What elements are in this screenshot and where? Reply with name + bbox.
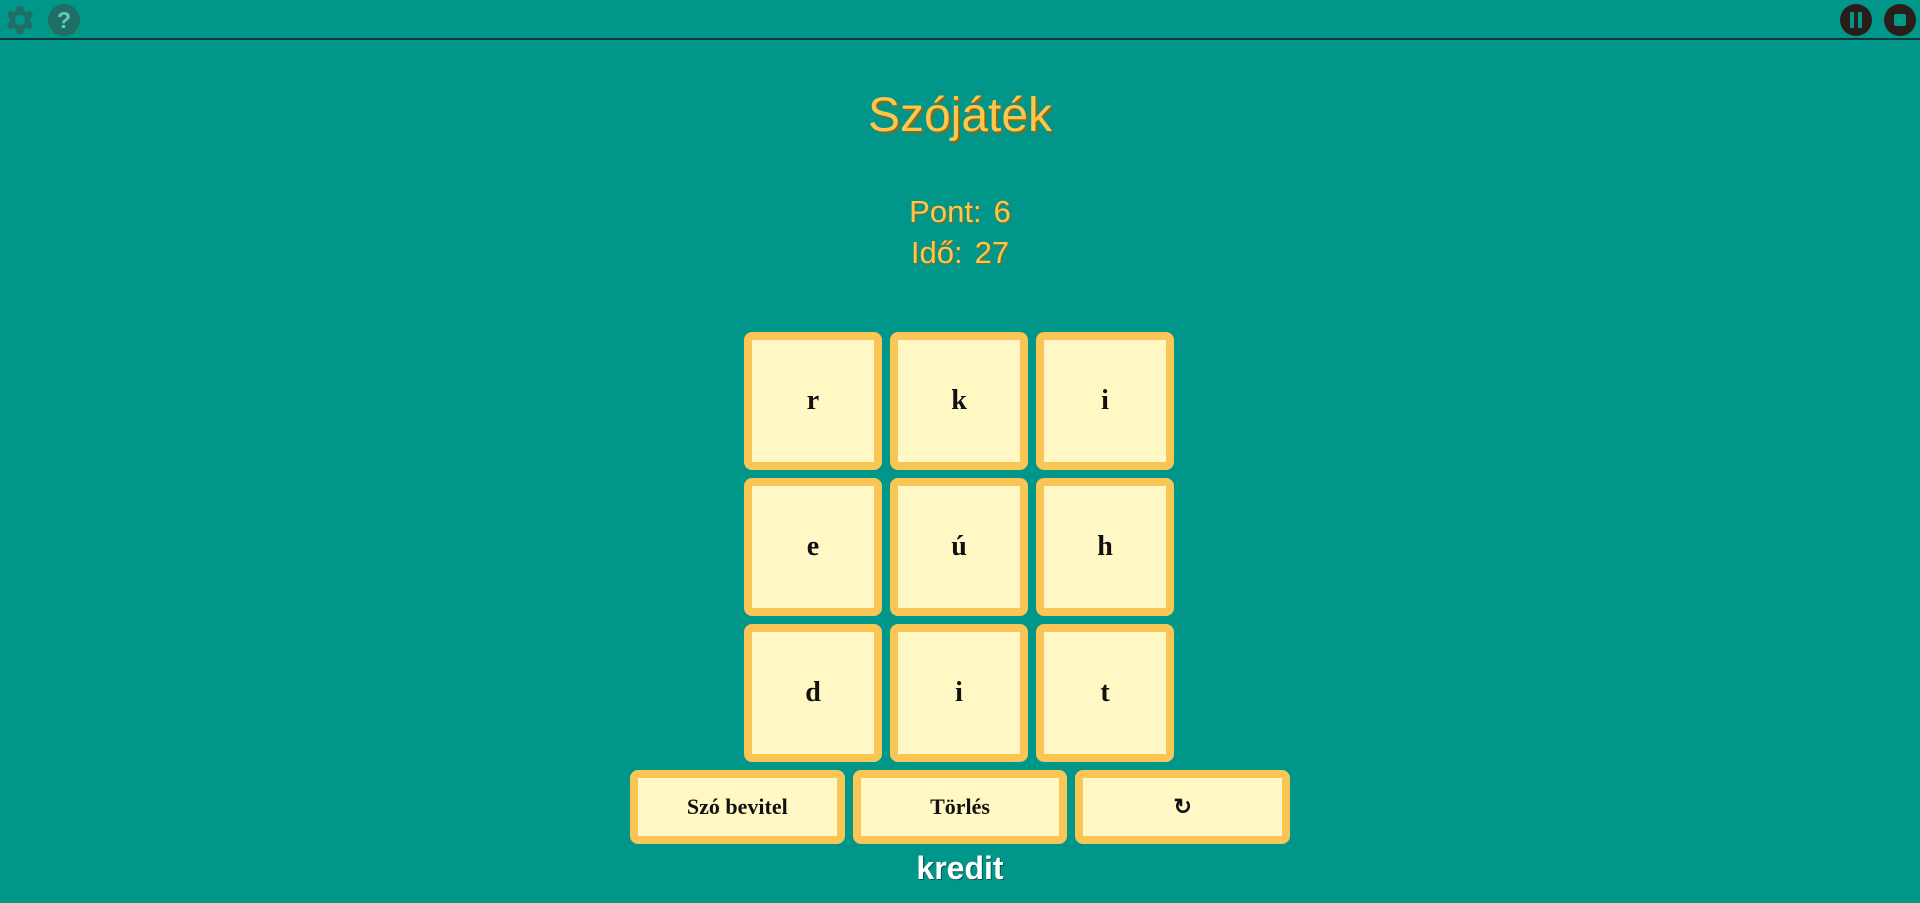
letter-tile[interactable]: r	[744, 332, 882, 470]
letter-tile[interactable]: ú	[890, 478, 1028, 616]
question-icon: ?	[48, 4, 80, 36]
svg-text:?: ?	[57, 7, 71, 33]
pause-icon	[1840, 4, 1872, 36]
letter-tile[interactable]: t	[1036, 624, 1174, 762]
score-label: Pont:	[909, 194, 982, 229]
letter-tile[interactable]: e	[744, 478, 882, 616]
top-toolbar: ?	[0, 0, 1920, 40]
score-display: Pont: 6	[0, 194, 1920, 230]
letter-tile[interactable]: k	[890, 332, 1028, 470]
action-buttons: Szó bevitel Törlés ↻	[630, 770, 1291, 844]
pause-button[interactable]	[1838, 2, 1874, 38]
time-display: Idő: 27	[0, 235, 1920, 271]
letter-tile[interactable]: d	[744, 624, 882, 762]
clear-button[interactable]: Törlés	[852, 770, 1068, 844]
stop-icon	[1884, 4, 1916, 36]
time-label: Idő:	[910, 235, 963, 270]
reset-button[interactable]: ↻	[1075, 770, 1291, 844]
time-value: 27	[974, 235, 1010, 270]
game-title: Szójáték	[867, 89, 1053, 142]
gear-icon	[6, 6, 34, 34]
letter-tile[interactable]: i	[890, 624, 1028, 762]
submit-word-button[interactable]: Szó bevitel	[630, 770, 845, 844]
letter-tile[interactable]: h	[1036, 478, 1174, 616]
letter-tile[interactable]: i	[1036, 332, 1174, 470]
stop-button[interactable]	[1882, 2, 1918, 38]
credits-link[interactable]: kredit	[0, 850, 1920, 887]
settings-button[interactable]	[2, 2, 38, 38]
help-button[interactable]: ?	[46, 2, 82, 38]
score-value: 6	[993, 194, 1011, 229]
letter-grid: r k i e ú h d i t	[744, 332, 1176, 762]
